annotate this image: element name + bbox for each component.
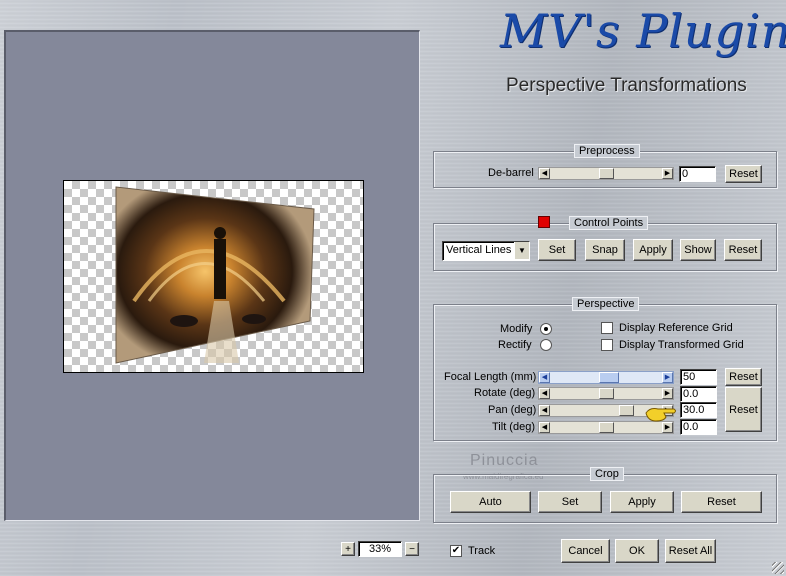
tilt-input[interactable]: 0.0 [680,419,717,435]
zoom-out-button[interactable]: − [405,542,419,556]
rectify-label: Rectify [498,339,532,351]
rotate-slider[interactable]: ◀ ▶ [538,387,674,400]
perspective-group: Perspective Modify Rectify Display Refer… [433,297,777,441]
control-points-snap-button[interactable]: Snap [585,239,625,261]
focal-length-label: Focal Length (mm) [444,371,537,383]
control-points-apply-button[interactable]: Apply [633,239,673,261]
focal-length-input[interactable]: 50 [680,369,717,385]
crop-title: Crop [590,467,624,481]
pan-input[interactable]: 30.0 [680,402,717,418]
debarrel-label: De-barrel [488,167,534,179]
pointing-hand-icon [644,403,678,425]
slider-thumb[interactable] [619,405,634,416]
control-points-title: Control Points [569,216,649,230]
tilt-label: Tilt (deg) [492,421,535,433]
zoom-value-field[interactable]: 33% [358,541,402,557]
debarrel-input[interactable]: 0 [679,166,716,182]
slider-right-arrow-icon[interactable]: ▶ [662,372,673,383]
control-point-color-marker [538,216,550,228]
angles-reset-button[interactable]: Reset [725,387,762,432]
control-points-reset-button[interactable]: Reset [724,239,762,261]
modify-radio[interactable] [540,323,552,335]
track-label: Track [468,545,496,557]
slider-thumb[interactable] [599,372,619,383]
rotate-label: Rotate (deg) [474,387,536,399]
preview-canvas[interactable] [63,180,364,373]
preprocess-group: Preprocess De-barrel ◀ ▶ 0 Reset [433,144,777,188]
slider-thumb[interactable] [599,168,614,179]
track-checkbox[interactable]: ✔ [450,545,462,557]
control-points-dropdown[interactable]: Vertical Lines ▼ [442,241,530,261]
slider-right-arrow-icon[interactable]: ▶ [662,388,673,399]
transformed-image [115,186,315,364]
logo: MV's Plugins [500,4,786,58]
focal-length-reset-button[interactable]: Reset [725,368,762,386]
rectify-radio[interactable] [540,339,552,351]
control-points-group: Control Points Vertical Lines ▼ Set Snap… [433,216,777,271]
control-points-set-button[interactable]: Set [538,239,576,261]
ok-button[interactable]: OK [615,539,659,563]
slider-thumb[interactable] [599,422,614,433]
perspective-title: Perspective [572,297,640,311]
crop-reset-button[interactable]: Reset [681,491,762,513]
preprocess-reset-button[interactable]: Reset [725,165,762,183]
preview-panel[interactable] [4,30,420,521]
watermark-name: Pinuccia [470,452,539,469]
slider-left-arrow-icon[interactable]: ◀ [539,372,550,383]
focal-length-slider[interactable]: ◀ ▶ [538,371,674,384]
cancel-button[interactable]: Cancel [561,539,610,563]
resize-grip-icon[interactable] [772,562,784,574]
zoom-in-button[interactable]: + [341,542,355,556]
reference-grid-label: Display Reference Grid [619,322,733,334]
modify-label: Modify [500,323,533,335]
slider-left-arrow-icon[interactable]: ◀ [539,405,550,416]
crop-apply-button[interactable]: Apply [610,491,674,513]
crop-set-button[interactable]: Set [538,491,602,513]
crop-group: Crop Auto Set Apply Reset [433,467,777,523]
slider-right-arrow-icon[interactable]: ▶ [662,168,673,179]
slider-thumb[interactable] [599,388,614,399]
chevron-down-icon[interactable]: ▼ [514,242,529,259]
reference-grid-checkbox[interactable] [601,322,613,334]
dropdown-value: Vertical Lines [446,244,512,256]
slider-left-arrow-icon[interactable]: ◀ [539,388,550,399]
transformed-grid-label: Display Transformed Grid [619,339,744,351]
slider-left-arrow-icon[interactable]: ◀ [539,422,550,433]
crop-auto-button[interactable]: Auto [450,491,531,513]
app-title: Perspective Transformations [506,75,747,96]
pan-label: Pan (deg) [488,404,537,416]
slider-left-arrow-icon[interactable]: ◀ [539,168,550,179]
debarrel-slider[interactable]: ◀ ▶ [538,167,674,180]
preprocess-title: Preprocess [574,144,640,158]
transformed-grid-checkbox[interactable] [601,339,613,351]
rotate-input[interactable]: 0.0 [680,386,717,402]
reset-all-button[interactable]: Reset All [665,539,716,563]
control-points-show-button[interactable]: Show [680,239,716,261]
